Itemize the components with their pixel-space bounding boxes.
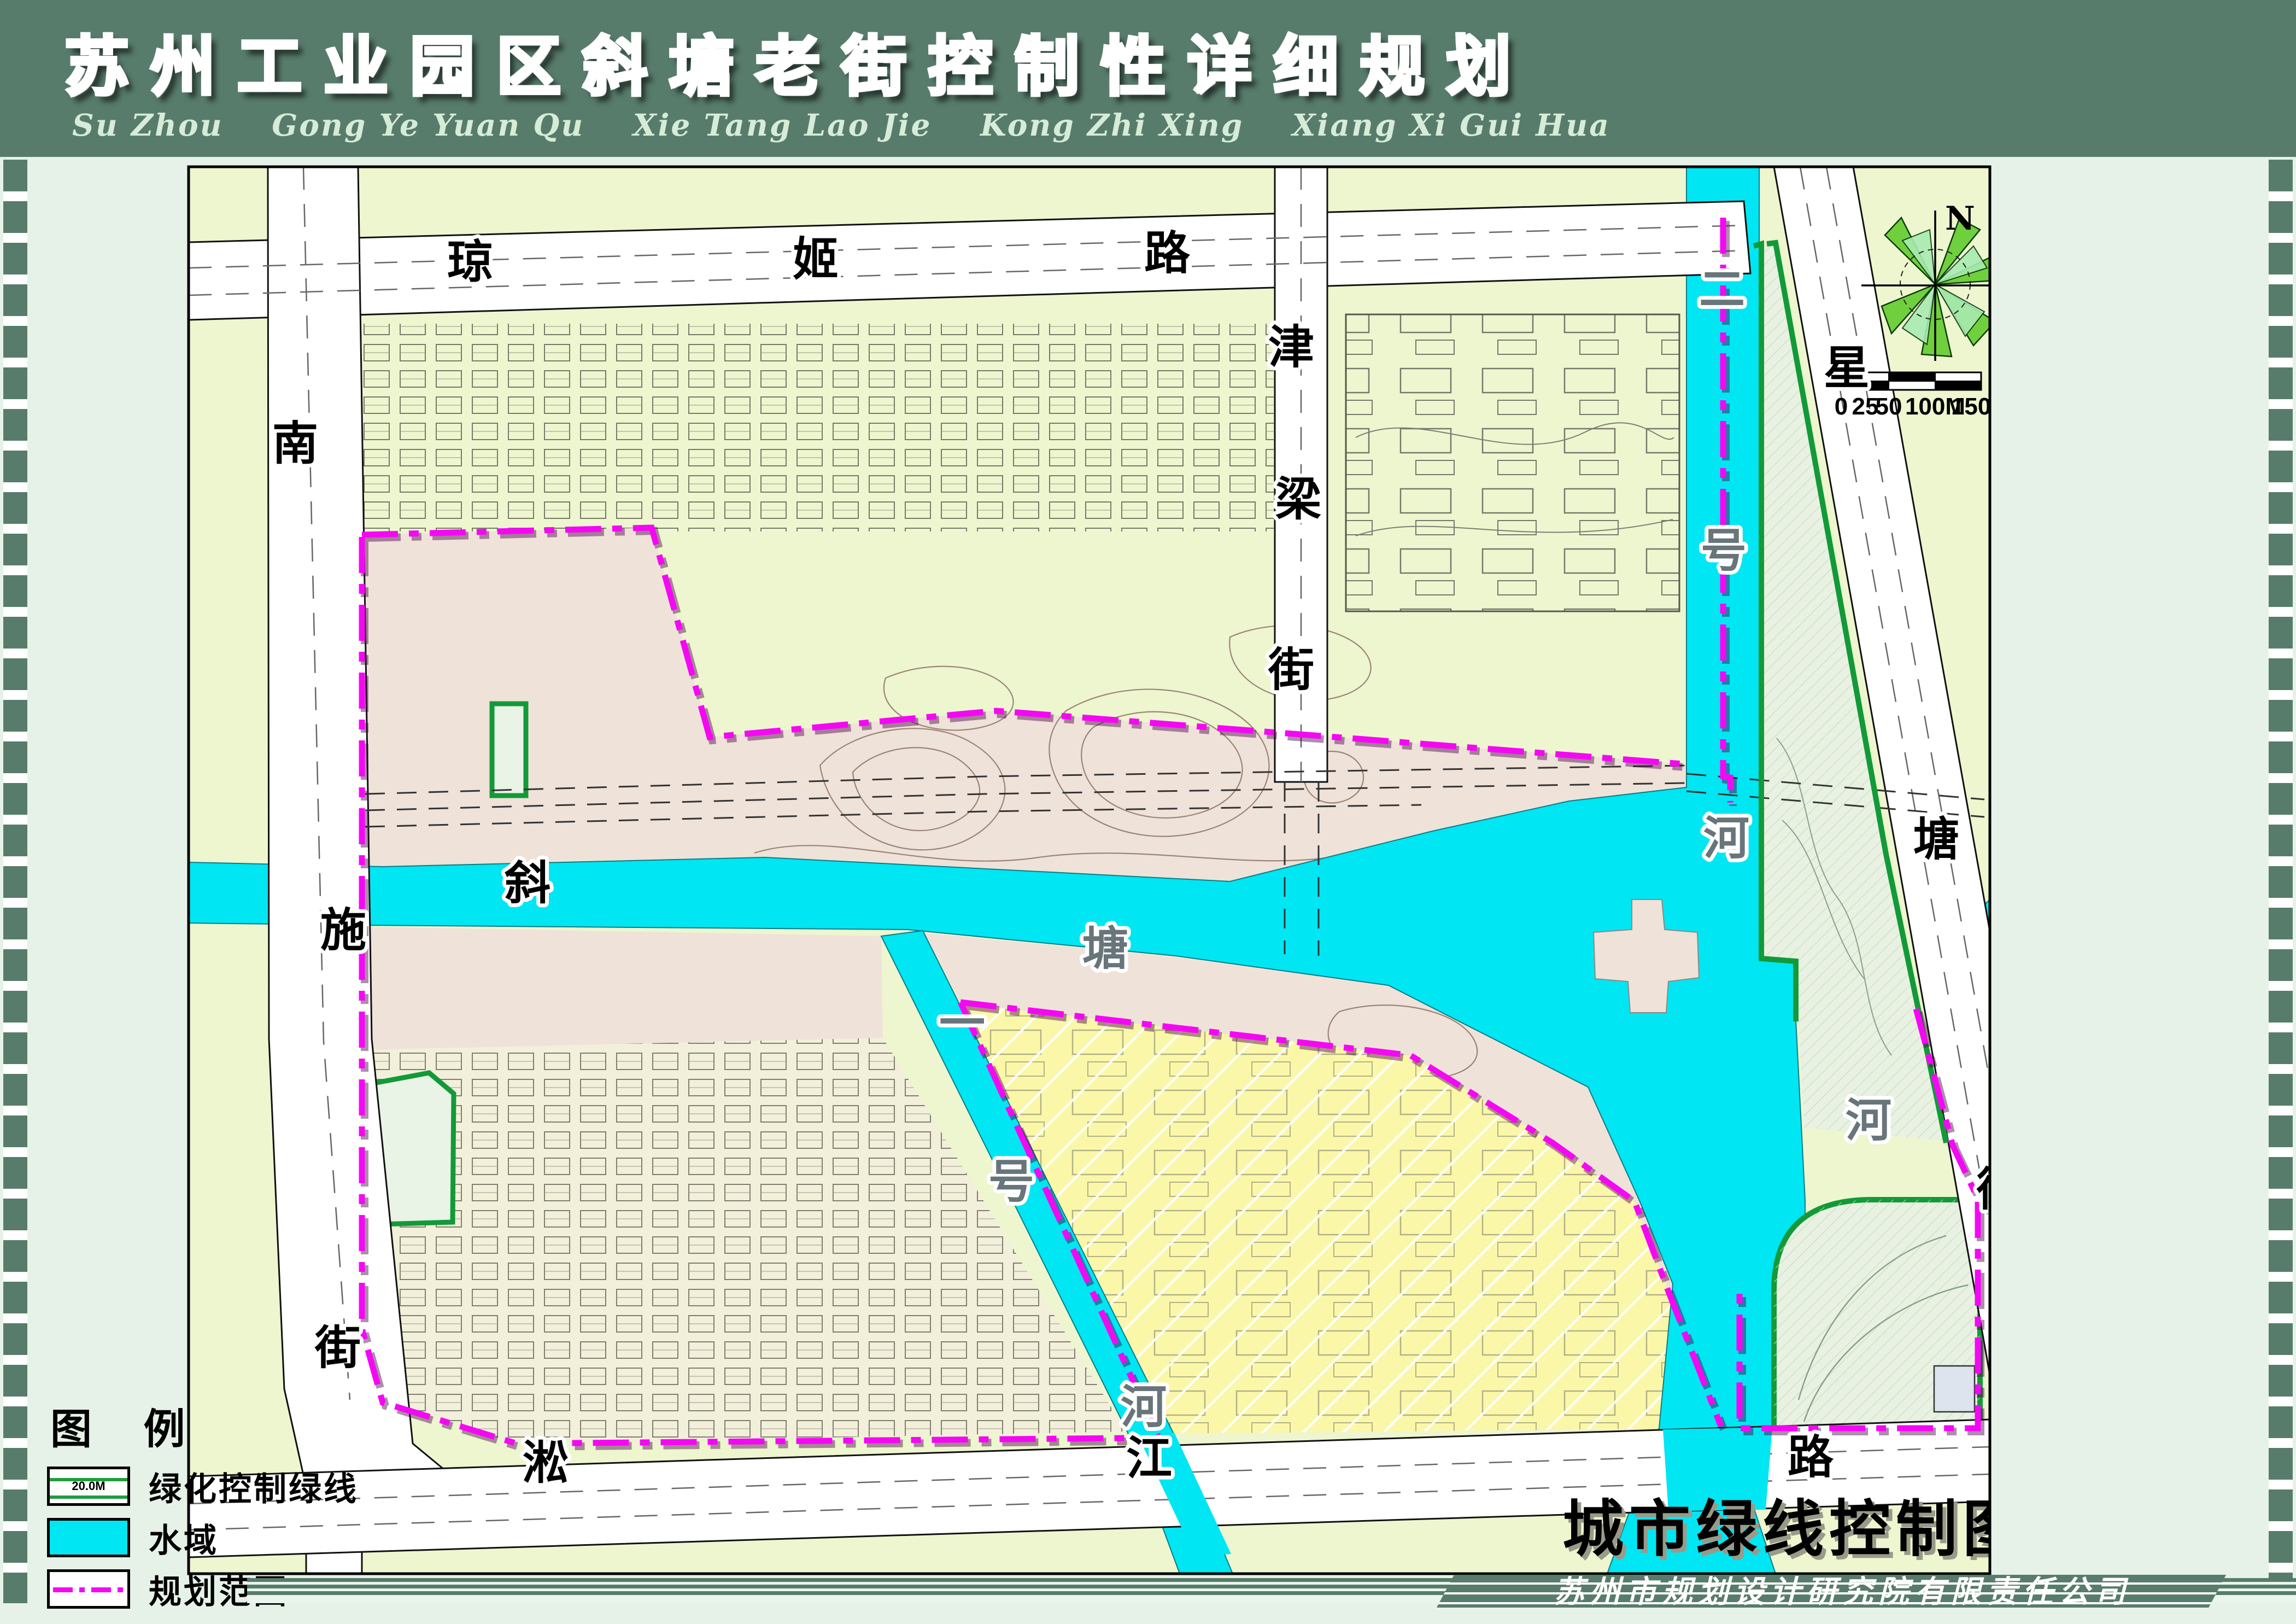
legend-label: 水域 [149, 1514, 219, 1562]
map-label: 二 [1699, 262, 1745, 316]
map-label: 一 [939, 996, 985, 1050]
map-label: 姬 [793, 232, 839, 286]
map-label: 号 [1701, 523, 1747, 577]
scale-tick-label: 50 [1876, 393, 1902, 420]
map-label: 斜 [505, 856, 550, 910]
green-line-swatch: 20.0M [47, 1467, 130, 1506]
map-label: 街 [314, 1321, 361, 1375]
map-label: 星 [1824, 341, 1870, 395]
map-label: 塘 [1913, 812, 1959, 866]
map-label: 路 [1788, 1430, 1834, 1484]
scale-tick-label: 0 [1835, 393, 1848, 420]
map-label: 施 [320, 903, 366, 957]
legend-item-water: 水域 [47, 1517, 676, 1558]
map-label: 江 [1126, 1431, 1172, 1485]
company-name: 苏州市规划设计研究院有限责任公司 [1443, 1576, 2241, 1608]
map-label: 梁 [1275, 472, 1321, 526]
walled-compound [1346, 314, 1679, 611]
map-label: 津 [1268, 320, 1314, 374]
map-label: 塘 [1082, 921, 1128, 975]
scale-bar-labels: 02550100M150M [1835, 393, 2011, 420]
green-parcel-small [492, 704, 526, 796]
map-label: 街 [1976, 1162, 2023, 1216]
map-label: 路 [1144, 226, 1191, 280]
map-canvas: N 02550100M150M 城市绿线控制图 城市绿线控制图 琼姬路南施街津梁… [0, 0, 2296, 1624]
north-label: N [1945, 200, 1975, 238]
map-label: 南 [272, 416, 318, 470]
green-line-dimension: 20.0M [72, 1479, 105, 1493]
park-building [1934, 1366, 1975, 1412]
map-label: 号 [988, 1154, 1034, 1208]
residential-zone-north [362, 324, 1274, 531]
map-label: 河 [1121, 1380, 1167, 1434]
map-title: 城市绿线控制图 [1562, 1493, 2029, 1565]
map-label: 街 [1268, 642, 1314, 697]
legend-title: 图 例 [50, 1395, 676, 1456]
legend-label: 绿化控制绿线 [149, 1463, 359, 1510]
boundary-swatch [47, 1569, 130, 1609]
map-label: 河 [1846, 1093, 1891, 1147]
scale-tick-label: 25 [1852, 393, 1879, 420]
page: { "header": { "title": "苏州工业园区斜塘老街控制性详细规… [0, 0, 2296, 1624]
map-label: 琼 [447, 235, 493, 289]
water-swatch [47, 1518, 130, 1557]
scale-tick-label: 150M [1951, 393, 2011, 420]
map-label: 河 [1703, 811, 1749, 865]
legend-item-green-line: 20.0M 绿化控制绿线 [47, 1465, 676, 1507]
